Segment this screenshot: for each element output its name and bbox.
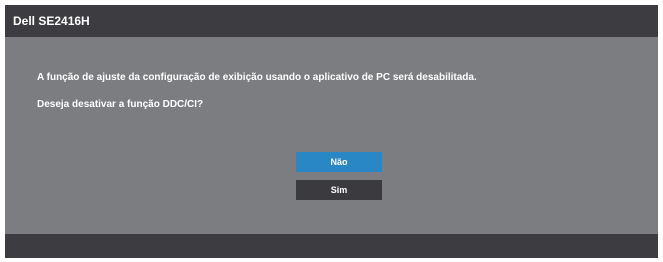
yes-button[interactable]: Sim (296, 180, 382, 200)
osd-footer (5, 234, 658, 258)
osd-body: A função de ajuste da configuração de ex… (5, 37, 658, 234)
no-button[interactable]: Não (296, 152, 382, 172)
osd-title: Dell SE2416H (13, 14, 90, 28)
osd-dialog: Dell SE2416H A função de ajuste da confi… (5, 5, 658, 258)
ddc-ci-question: Deseja desativar a função DDC/CI? (37, 99, 204, 110)
osd-header: Dell SE2416H (5, 5, 658, 37)
ddc-ci-warning-message: A função de ajuste da configuração de ex… (37, 72, 477, 83)
